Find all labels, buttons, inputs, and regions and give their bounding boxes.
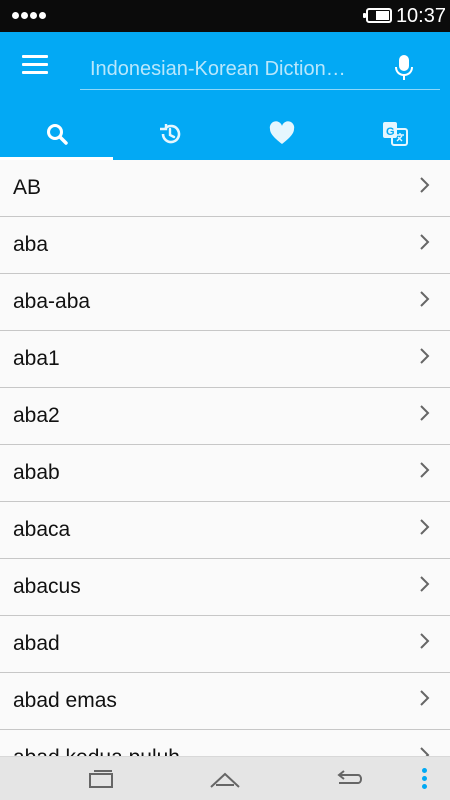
- app-toolbar: G: [0, 32, 450, 160]
- svg-text:G: G: [386, 126, 395, 138]
- tab-search[interactable]: [0, 110, 113, 160]
- chevron-right-icon: [420, 690, 430, 706]
- chevron-right-icon: [420, 633, 430, 649]
- search-bar: [80, 52, 440, 90]
- word-list-item[interactable]: aba: [0, 217, 450, 274]
- word-label: aba2: [13, 404, 60, 427]
- word-list-item[interactable]: abaca: [0, 502, 450, 559]
- word-label: aba: [13, 233, 49, 256]
- chevron-right-icon: [420, 177, 430, 193]
- status-bar: 10:37: [0, 0, 450, 32]
- microphone-icon[interactable]: [393, 54, 415, 82]
- word-label: abad: [13, 632, 60, 655]
- search-input[interactable]: [90, 54, 382, 84]
- tab-translate[interactable]: G: [338, 110, 450, 160]
- word-label: AB: [13, 176, 42, 199]
- tab-history[interactable]: [113, 110, 226, 160]
- word-list-item[interactable]: aba2: [0, 388, 450, 445]
- word-list-item[interactable]: abad emas: [0, 673, 450, 730]
- menu-button[interactable]: [22, 55, 48, 75]
- history-icon: [160, 124, 181, 144]
- word-list: AB aba aba-aba aba1 aba2 abab abaca abacus abad a…: [0, 160, 450, 756]
- word-list-item[interactable]: abacus: [0, 559, 450, 616]
- word-label: abaca: [13, 518, 71, 541]
- search-icon: [47, 124, 68, 145]
- chevron-right-icon: [420, 291, 430, 307]
- word-label: aba1: [13, 347, 60, 370]
- word-list-item[interactable]: abab: [0, 445, 450, 502]
- word-label: aba-aba: [13, 290, 91, 313]
- recent-apps-icon[interactable]: [86, 767, 116, 789]
- chevron-right-icon: [420, 234, 430, 250]
- back-icon[interactable]: [333, 767, 365, 791]
- word-label: abacus: [13, 575, 81, 598]
- tab-bar: G: [0, 110, 450, 160]
- word-label: abab: [13, 461, 60, 484]
- translate-icon: G: [383, 122, 408, 146]
- word-list-item[interactable]: abad kedua puluh: [0, 730, 450, 756]
- word-label: abad emas: [13, 689, 117, 712]
- word-label: abad kedua puluh: [13, 746, 180, 756]
- chevron-right-icon: [420, 405, 430, 421]
- tab-favorites[interactable]: [225, 110, 338, 160]
- system-navigation-bar: [0, 756, 450, 800]
- chevron-right-icon: [420, 519, 430, 535]
- word-list-item[interactable]: AB: [0, 160, 450, 217]
- status-time: 10:37: [395, 5, 446, 27]
- chevron-right-icon: [420, 747, 430, 756]
- chevron-right-icon: [420, 576, 430, 592]
- battery-icon: [363, 8, 392, 23]
- chevron-right-icon: [420, 348, 430, 364]
- word-list-item[interactable]: abad: [0, 616, 450, 673]
- word-list-item[interactable]: aba1: [0, 331, 450, 388]
- chevron-right-icon: [420, 462, 430, 478]
- signal-strength-icon: [12, 12, 46, 19]
- home-icon[interactable]: [208, 767, 242, 791]
- word-list-item[interactable]: aba-aba: [0, 274, 450, 331]
- more-options-icon[interactable]: [422, 768, 428, 790]
- heart-icon: [269, 121, 295, 144]
